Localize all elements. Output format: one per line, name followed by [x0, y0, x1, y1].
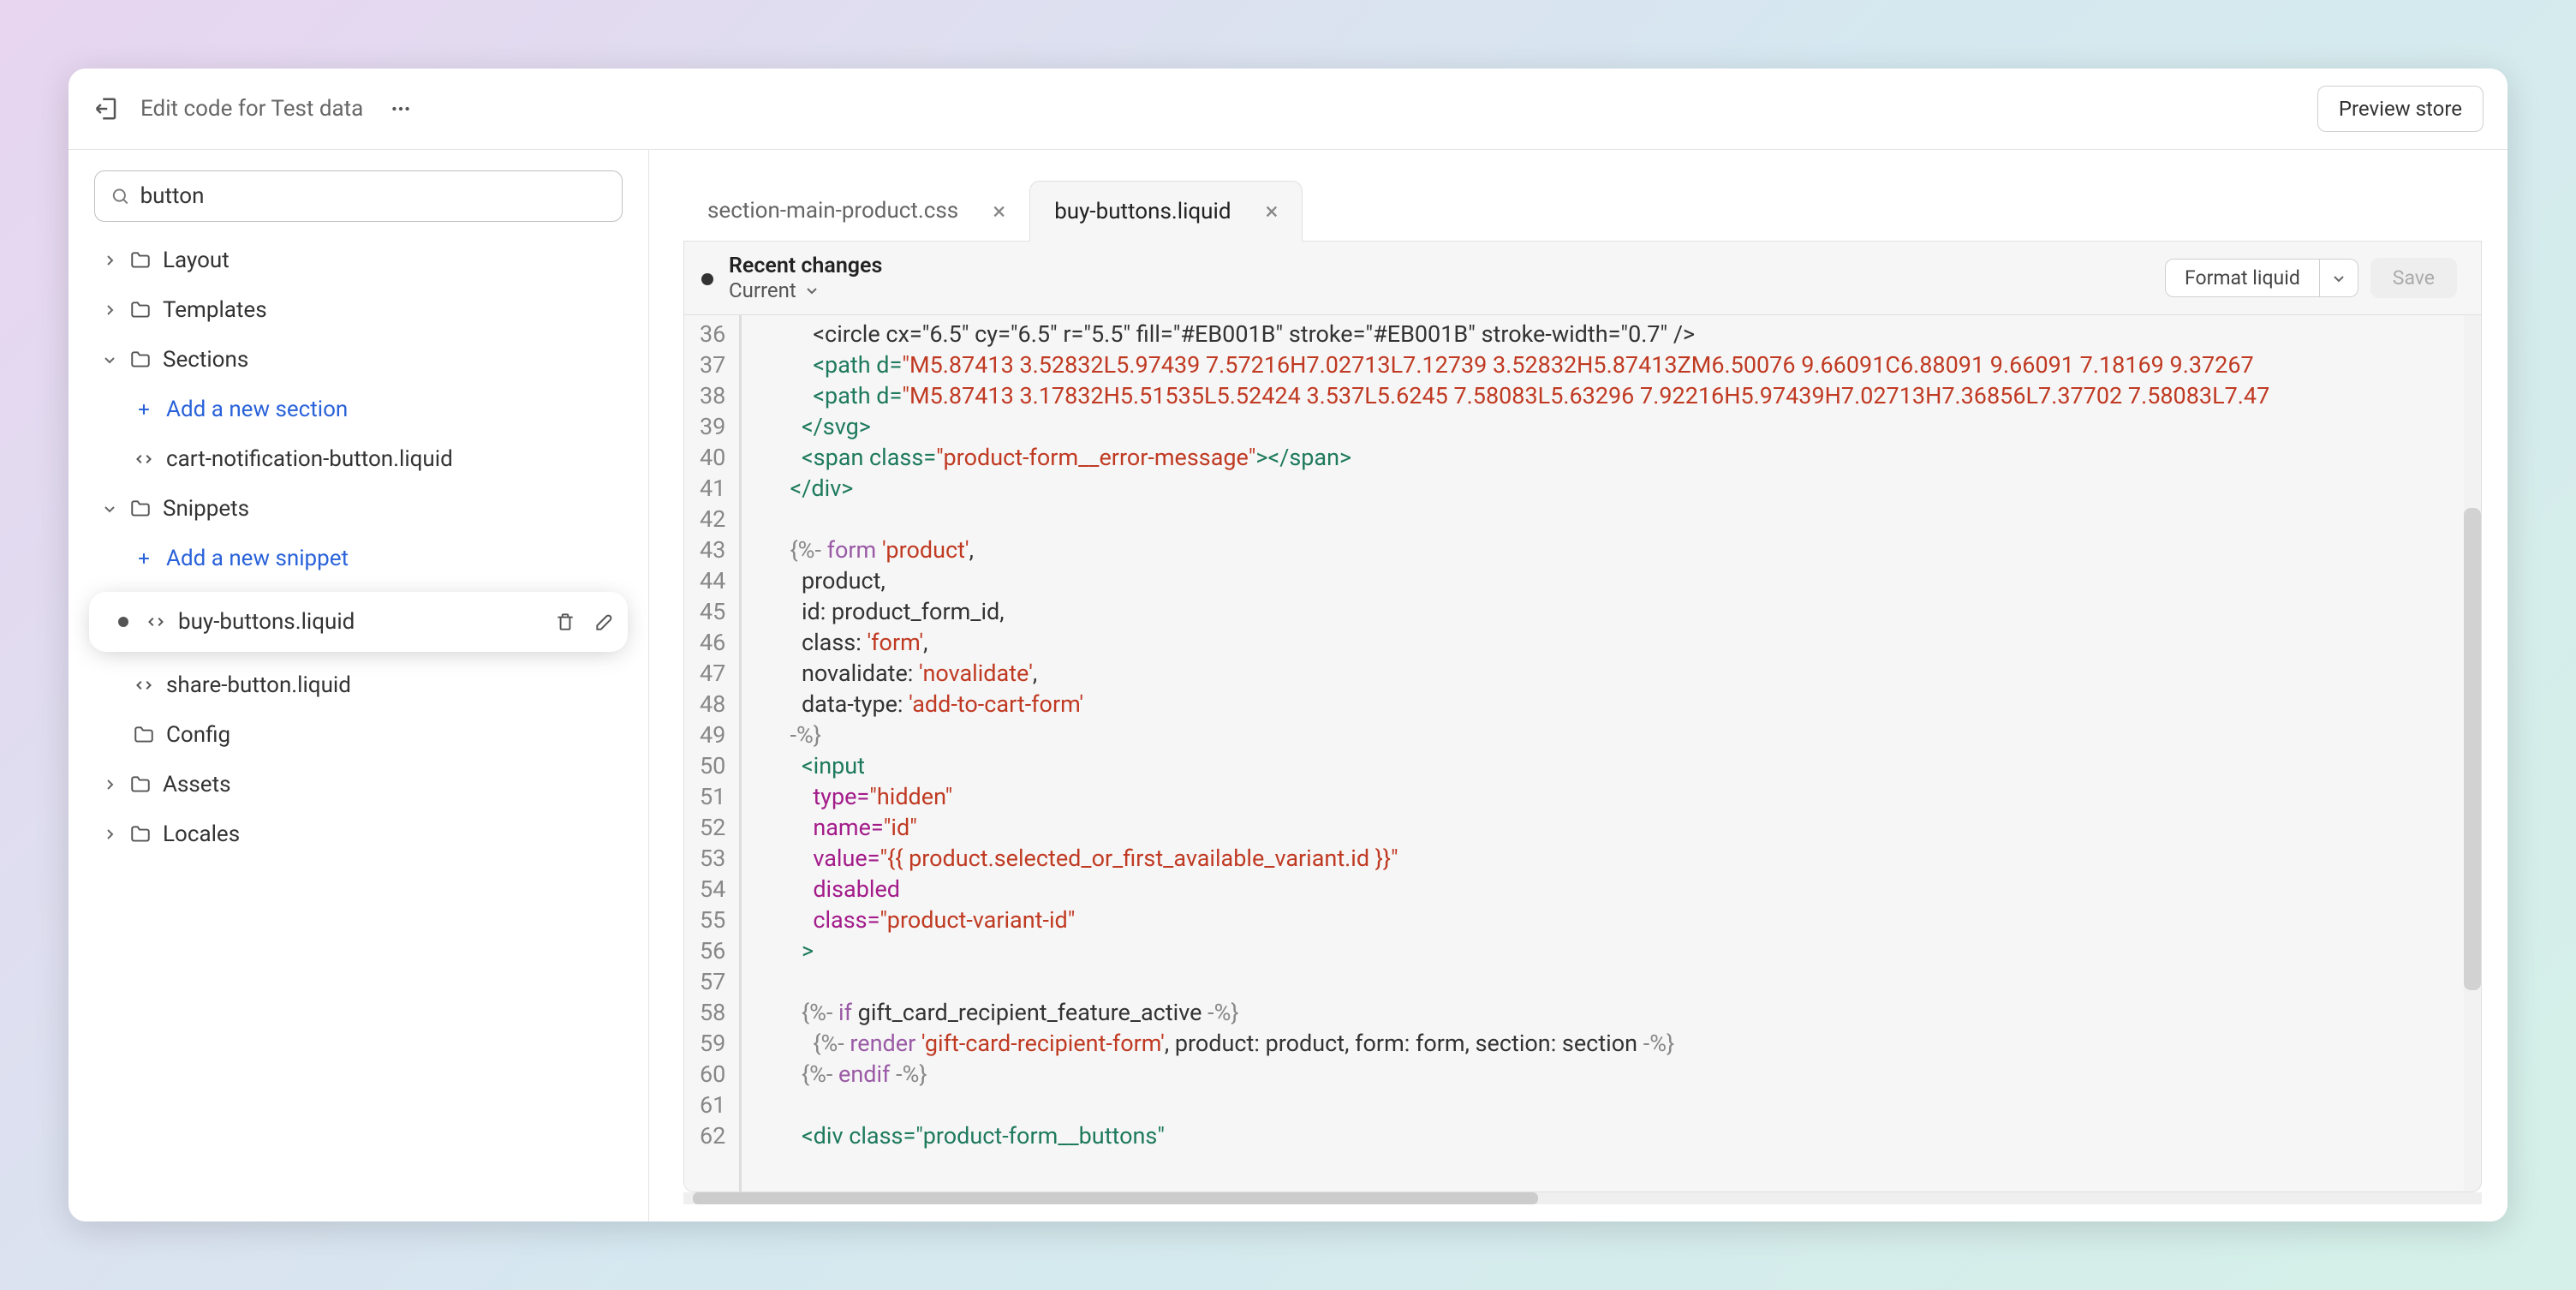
chevron-down-icon	[805, 284, 819, 297]
folder-icon	[132, 723, 156, 747]
line-gutter: 3637383940414243444546474849505152535455…	[684, 315, 742, 1191]
tree-label: Layout	[163, 248, 230, 273]
chevron-down-icon	[101, 500, 118, 517]
tree-label: cart-notification-button.liquid	[166, 446, 453, 472]
tab-label: section-main-product.css	[707, 198, 958, 224]
preview-store-button[interactable]: Preview store	[2317, 86, 2484, 132]
tree-label: Add a new section	[166, 397, 348, 422]
chevron-down-icon	[101, 351, 118, 368]
code-file-icon	[132, 447, 156, 471]
tree-label: Locales	[163, 821, 240, 847]
rename-file-icon[interactable]	[593, 611, 616, 633]
tab-label: buy-buttons.liquid	[1054, 199, 1231, 224]
add-section-button[interactable]: Add a new section	[94, 388, 623, 431]
tree-folder-locales[interactable]: Locales	[94, 813, 623, 856]
recent-changes-indicator-icon	[701, 273, 713, 285]
code-file-icon	[144, 610, 168, 634]
tree-label: Sections	[163, 347, 248, 373]
exit-icon[interactable]	[92, 95, 120, 122]
version-dropdown[interactable]: Current	[729, 278, 882, 302]
tree-file-share-button[interactable]: share-button.liquid	[94, 664, 623, 707]
format-more-button[interactable]	[2320, 259, 2358, 297]
recent-changes-label: Recent changes	[729, 254, 882, 278]
tab-css[interactable]: section-main-product.css ×	[683, 181, 1029, 241]
tree-folder-sections[interactable]: Sections	[94, 338, 623, 381]
tree-label: Templates	[163, 297, 267, 323]
folder-icon	[128, 348, 152, 372]
folder-icon	[128, 248, 152, 272]
chevron-right-icon	[101, 302, 118, 319]
close-icon[interactable]: ×	[993, 197, 1005, 225]
code-editor[interactable]: 3637383940414243444546474849505152535455…	[683, 315, 2482, 1192]
tree-file-cart-notification[interactable]: cart-notification-button.liquid	[94, 438, 623, 481]
folder-icon	[128, 298, 152, 322]
plus-icon	[132, 546, 156, 570]
delete-file-icon[interactable]	[554, 611, 576, 633]
tree-folder-templates[interactable]: Templates	[94, 289, 623, 331]
folder-icon	[128, 822, 152, 846]
tree-label: share-button.liquid	[166, 672, 351, 698]
tree-folder-snippets[interactable]: Snippets	[94, 487, 623, 530]
tree-label: Snippets	[163, 496, 249, 522]
tree-folder-layout[interactable]: Layout	[94, 239, 623, 282]
tree-folder-config[interactable]: Config	[94, 714, 623, 756]
unsaved-indicator-icon	[118, 617, 128, 627]
code-file-icon	[132, 673, 156, 697]
more-menu-icon[interactable]	[387, 95, 414, 122]
tree-label: buy-buttons.liquid	[178, 609, 355, 635]
add-snippet-button[interactable]: Add a new snippet	[94, 537, 623, 580]
vertical-scrollbar[interactable]	[2464, 315, 2481, 1191]
search-input[interactable]	[140, 183, 606, 209]
code-content[interactable]: <circle cx="6.5" cy="6.5" r="5.5" fill="…	[742, 315, 2464, 1191]
tree-label: Config	[166, 722, 230, 748]
tree-label: Add a new snippet	[166, 546, 349, 571]
folder-icon	[128, 773, 152, 797]
plus-icon	[132, 397, 156, 421]
folder-icon	[128, 497, 152, 521]
tree-folder-assets[interactable]: Assets	[94, 763, 623, 806]
page-title: Edit code for Test data	[140, 96, 363, 122]
tree-label: Assets	[163, 772, 231, 797]
close-icon[interactable]: ×	[1266, 197, 1279, 225]
chevron-right-icon	[101, 826, 118, 843]
search-icon	[110, 186, 130, 206]
save-button[interactable]: Save	[2370, 258, 2457, 298]
horizontal-scrollbar[interactable]	[683, 1192, 2482, 1204]
tab-liquid[interactable]: buy-buttons.liquid ×	[1029, 181, 1303, 241]
chevron-right-icon	[101, 252, 118, 269]
tree-file-buy-buttons[interactable]: buy-buttons.liquid	[94, 597, 623, 647]
format-liquid-button[interactable]: Format liquid	[2165, 259, 2320, 297]
chevron-right-icon	[101, 776, 118, 793]
chevron-down-icon	[2332, 272, 2346, 285]
search-input-wrapper[interactable]	[94, 170, 623, 222]
